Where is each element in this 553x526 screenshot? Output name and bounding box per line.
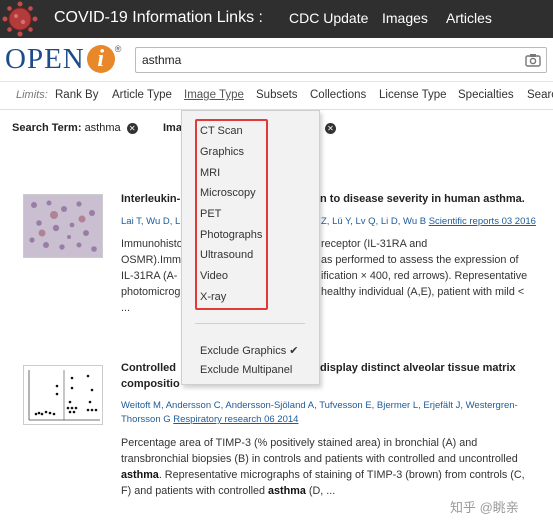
cdc-update-link[interactable]: CDC Update [289,10,368,26]
covid-title: COVID-19 Information Links : [54,9,263,26]
search-term-value: asthma [84,122,121,134]
option-ct-scan[interactable]: CT Scan [200,125,243,137]
limits-bar: Limits: Rank By Article Type Image Type … [0,82,553,110]
result-snippet-continued: receptor (IL-31RA and as performed to as… [321,238,528,298]
option-exclude-multipanel[interactable]: Exclude Multipanel [200,364,292,376]
result-thumbnail[interactable] [23,194,103,258]
result-title[interactable]: Interleukin- [121,193,180,205]
search-input[interactable] [136,48,506,72]
coronavirus-icon [2,1,38,37]
option-graphics[interactable]: Graphics [200,146,244,158]
result-thumbnail[interactable] [23,365,103,425]
articles-link[interactable]: Articles [446,10,492,26]
checkmark-icon: ✔ [289,345,299,357]
image-type-filter-label: Ima [163,122,182,134]
limit-rank-by[interactable]: Rank By [55,89,98,101]
result-title-continued[interactable]: display distinct alveolar tissue matrix [320,362,516,374]
search-term-label: Search Term: [12,122,82,134]
result-title-continued[interactable]: n to disease severity in human asthma. [320,193,525,205]
limit-specialties[interactable]: Specialties [458,89,514,101]
option-exclude-graphics[interactable]: Exclude Graphics ✔ [200,344,298,357]
openi-logo[interactable]: OPEN i ® [5,42,121,76]
remove-filter-icon[interactable]: ✕ [325,123,336,134]
result-snippet: Immunohisto OSMR).Imm IL-31RA (A- photom… [121,238,183,314]
search-header: OPEN i ® [0,38,553,82]
limit-image-type[interactable]: Image Type [184,89,244,101]
limit-license-type[interactable]: License Type [379,89,447,101]
dropdown-divider [195,323,305,324]
option-microscopy[interactable]: Microscopy [200,187,256,199]
option-mri[interactable]: MRI [200,167,220,179]
option-pet[interactable]: PET [200,208,221,220]
watermark: 知乎 @眺亲 [450,500,519,515]
result-authors: Weitoft M, Andersson C, Andersson-Sjölan… [121,400,518,411]
option-ultrasound[interactable]: Ultrasound [200,249,253,261]
journal-link[interactable]: Respiratory research 06 2014 [173,414,298,425]
limit-collections[interactable]: Collections [310,89,366,101]
limit-subsets[interactable]: Subsets [256,89,298,101]
result-authors-continued: Z, Lü Y, Lv Q, Li D, Wu B Scientific rep… [321,216,536,227]
limits-label: Limits: [16,89,48,101]
journal-link[interactable]: Scientific reports 03 2016 [429,216,536,227]
search-term-row: Search Term: asthma ✕ [12,122,138,134]
result-authors-line2: Thorsson G Respiratory research 06 2014 [121,414,299,425]
scatter-plot-image [24,366,102,424]
option-video[interactable]: Video [200,270,228,282]
option-photographs[interactable]: Photographs [200,229,262,241]
remove-term-icon[interactable]: ✕ [126,122,138,134]
result-title[interactable]: Controlled [121,362,176,374]
result-title-line2[interactable]: compositio [121,378,180,390]
micrograph-image [24,195,102,257]
limit-article-type[interactable]: Article Type [112,89,172,101]
images-link[interactable]: Images [382,10,428,26]
search-box [135,47,547,73]
result-authors: Lai T, Wu D, L [121,216,181,227]
limit-search[interactable]: Searc [527,89,553,101]
covid-info-bar: COVID-19 Information Links : CDC Update … [0,0,553,38]
result-snippet: Percentage area of TIMP-3 (% positively … [121,437,525,497]
option-x-ray[interactable]: X-ray [200,291,226,303]
camera-icon[interactable] [525,53,541,67]
image-type-dropdown: CT Scan Graphics MRI Microscopy PET Phot… [181,110,320,385]
